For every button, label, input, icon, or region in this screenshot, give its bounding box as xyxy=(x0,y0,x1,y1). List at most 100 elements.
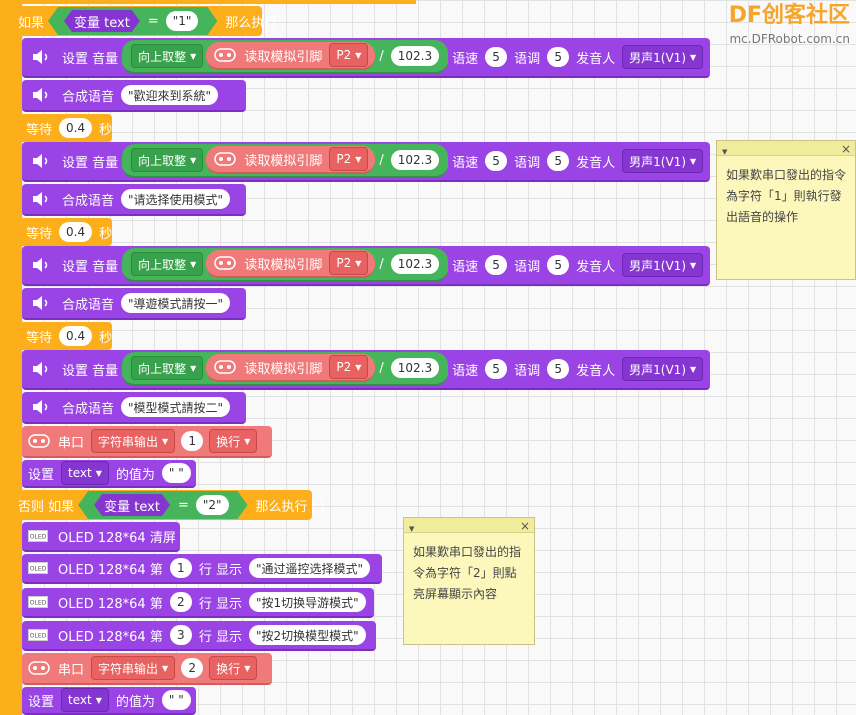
oled-text-input[interactable]: "通过遥控选择模式" xyxy=(248,558,371,578)
speed-input[interactable]: 5 xyxy=(485,359,508,379)
oled-row-input[interactable]: 2 xyxy=(169,592,192,612)
if-block-spine[interactable] xyxy=(0,0,22,715)
elseif-value[interactable]: "2" xyxy=(196,495,229,515)
collapse-icon[interactable]: ▼ xyxy=(722,142,727,163)
elseif-block-header[interactable]: 否则 如果 变量 text = "2" 那么执行 − xyxy=(0,490,325,520)
round-dropdown[interactable]: 向上取整 ▼ xyxy=(131,356,204,380)
read-analog-block[interactable]: 读取模拟引脚 P2 ▼ xyxy=(206,250,376,278)
comment-note-header[interactable]: ▼ × xyxy=(404,518,534,533)
close-icon[interactable]: × xyxy=(520,516,530,537)
speaker-dropdown[interactable]: 男声1(V1) ▼ xyxy=(622,357,704,381)
wait-value-input[interactable]: 0.4 xyxy=(59,222,93,242)
serial-value-input[interactable]: 2 xyxy=(181,658,204,678)
comment-note[interactable]: ▼ × 如果歎串口發出的指令為字符「1」則執行發出語音的操作 xyxy=(716,140,856,280)
oled-text-input[interactable]: "按2切换模型模式" xyxy=(248,625,366,645)
speaker-dropdown[interactable]: 男声1(V1) ▼ xyxy=(622,45,704,69)
variable-dropdown[interactable]: text ▼ xyxy=(61,461,109,485)
speech-block[interactable]: 合成语音 "请选择使用模式" xyxy=(22,184,246,216)
wait-value-input[interactable]: 0.4 xyxy=(59,326,93,346)
divisor-input[interactable]: 102.3 xyxy=(390,358,440,378)
if-block-header[interactable]: 如果 变量 text = "1" 那么执行 xyxy=(0,6,277,36)
oled-show-block[interactable]: OLED OLED 128*64 第 3 行 显示 "按2切换模型模式" xyxy=(22,621,376,651)
pin-dropdown[interactable]: P2 ▼ xyxy=(329,355,369,379)
round-dropdown[interactable]: 向上取整 ▼ xyxy=(131,252,204,276)
pin-dropdown[interactable]: P2 ▼ xyxy=(329,147,369,171)
serial-print-block[interactable]: 串口 字符串输出 ▼ 2 换行 ▼ xyxy=(22,653,272,685)
tone-input[interactable]: 5 xyxy=(547,151,570,171)
read-analog-block[interactable]: 读取模拟引脚 P2 ▼ xyxy=(206,354,376,382)
set-volume-block[interactable]: 设置 音量 向上取整 ▼ 读取模拟引脚 P2 ▼ / 102.3 语速 5 语调 5… xyxy=(22,38,710,78)
oled-row-input[interactable]: 3 xyxy=(169,625,192,645)
pin-dropdown[interactable]: P2 ▼ xyxy=(329,251,369,275)
newline-dropdown[interactable]: 换行 ▼ xyxy=(209,656,258,680)
speech-block[interactable]: 合成语音 "歡迎來到系統" xyxy=(22,80,246,112)
serial-value-input[interactable]: 1 xyxy=(181,431,204,451)
set-volume-block[interactable]: 设置 音量 向上取整 ▼ 读取模拟引脚 P2 ▼ / 102.3 语速 5 语调 5… xyxy=(22,142,710,182)
serial-mode-value: 字符串输出 xyxy=(98,434,159,449)
oled-row-input[interactable]: 1 xyxy=(169,558,192,578)
if-value[interactable]: "1" xyxy=(166,11,199,31)
speech-block[interactable]: 合成语音 "模型模式請按二" xyxy=(22,392,246,424)
round-up-block[interactable]: 向上取整 ▼ 读取模拟引脚 P2 ▼ / 102.3 xyxy=(122,352,449,386)
divisor-input[interactable]: 102.3 xyxy=(390,46,440,66)
speed-input[interactable]: 5 xyxy=(485,47,508,67)
variable-value-input[interactable]: " " xyxy=(161,463,191,483)
tone-input[interactable]: 5 xyxy=(547,359,570,379)
speech-text-input[interactable]: "模型模式請按二" xyxy=(121,397,231,417)
serial-print-block[interactable]: 串口 字符串输出 ▼ 1 换行 ▼ xyxy=(22,426,272,458)
wait-block[interactable]: 等待 0.4 秒 xyxy=(22,114,112,142)
round-dropdown[interactable]: 向上取整 ▼ xyxy=(131,44,204,68)
serial-mode-dropdown[interactable]: 字符串输出 ▼ xyxy=(91,429,176,453)
if-label: 如果 xyxy=(18,15,45,31)
close-icon[interactable]: × xyxy=(841,139,851,160)
set-volume-block[interactable]: 设置 音量 向上取整 ▼ 读取模拟引脚 P2 ▼ / 102.3 语速 5 语调 5… xyxy=(22,246,710,286)
remove-branch-button[interactable]: − xyxy=(311,496,325,514)
speaker-dropdown[interactable]: 男声1(V1) ▼ xyxy=(622,253,704,277)
var-text-reporter[interactable]: 变量 text xyxy=(64,10,140,32)
set-variable-block[interactable]: 设置 text ▼ 的值为 " " xyxy=(22,460,196,488)
oled-show-block[interactable]: OLED OLED 128*64 第 2 行 显示 "按1切换导游模式" xyxy=(22,588,374,618)
variable-value-input[interactable]: " " xyxy=(161,690,191,710)
speech-block[interactable]: 合成语音 "導遊模式請按一" xyxy=(22,288,246,320)
newline-dropdown[interactable]: 换行 ▼ xyxy=(209,429,258,453)
speaker-dropdown[interactable]: 男声1(V1) ▼ xyxy=(622,149,704,173)
tone-input[interactable]: 5 xyxy=(547,255,570,275)
set-variable-block[interactable]: 设置 text ▼ 的值为 " " xyxy=(22,687,196,715)
serial-mode-dropdown[interactable]: 字符串输出 ▼ xyxy=(91,656,176,680)
oled-clear-block[interactable]: OLED OLED 128*64 清屏 xyxy=(22,522,180,552)
oled-text-input[interactable]: "按1切换导游模式" xyxy=(248,592,366,612)
set-volume-block[interactable]: 设置 音量 向上取整 ▼ 读取模拟引脚 P2 ▼ / 102.3 语速 5 语调 5… xyxy=(22,350,710,390)
var-text-reporter[interactable]: 变量 text xyxy=(94,494,170,516)
read-analog-block[interactable]: 读取模拟引脚 P2 ▼ xyxy=(206,146,376,174)
elseif-condition[interactable]: 变量 text = "2" xyxy=(78,491,247,519)
set-volume-label: 设置 音量 xyxy=(62,155,119,171)
divisor-input[interactable]: 102.3 xyxy=(390,150,440,170)
variable-dropdown[interactable]: text ▼ xyxy=(61,688,109,712)
oled-icon: OLED xyxy=(28,530,48,542)
speed-input[interactable]: 5 xyxy=(485,255,508,275)
comment-note[interactable]: ▼ × 如果歎串口發出的指令為字符「2」則點亮屏幕顯示內容 xyxy=(403,517,535,645)
speech-text-input[interactable]: "導遊模式請按一" xyxy=(121,293,231,313)
round-dropdown[interactable]: 向上取整 ▼ xyxy=(131,148,204,172)
oled-show-block[interactable]: OLED OLED 128*64 第 1 行 显示 "通过遥控选择模式" xyxy=(22,554,382,584)
round-up-block[interactable]: 向上取整 ▼ 读取模拟引脚 P2 ▼ / 102.3 xyxy=(122,144,449,178)
comment-note-header[interactable]: ▼ × xyxy=(717,141,855,156)
wait-block[interactable]: 等待 0.4 秒 xyxy=(22,218,112,246)
wait-value-input[interactable]: 0.4 xyxy=(59,118,93,138)
comment-note-text[interactable]: 如果歎串口發出的指令為字符「1」則執行發出語音的操作 xyxy=(717,156,855,228)
speaker-icon xyxy=(33,258,48,272)
comment-note-text[interactable]: 如果歎串口發出的指令為字符「2」則點亮屏幕顯示內容 xyxy=(404,533,534,605)
if-block-top-stub xyxy=(0,0,416,4)
speech-text-input[interactable]: "歡迎來到系統" xyxy=(121,85,219,105)
round-up-block[interactable]: 向上取整 ▼ 读取模拟引脚 P2 ▼ / 102.3 xyxy=(122,248,449,282)
tone-input[interactable]: 5 xyxy=(547,47,570,67)
speed-input[interactable]: 5 xyxy=(485,151,508,171)
if-condition[interactable]: 变量 text = "1" xyxy=(48,7,217,35)
round-up-block[interactable]: 向上取整 ▼ 读取模拟引脚 P2 ▼ / 102.3 xyxy=(122,40,449,74)
pin-dropdown[interactable]: P2 ▼ xyxy=(329,43,369,67)
read-analog-block[interactable]: 读取模拟引脚 P2 ▼ xyxy=(206,42,376,70)
speech-text-input[interactable]: "请选择使用模式" xyxy=(121,189,231,209)
collapse-icon[interactable]: ▼ xyxy=(409,519,414,540)
wait-block[interactable]: 等待 0.4 秒 xyxy=(22,322,112,350)
divisor-input[interactable]: 102.3 xyxy=(390,254,440,274)
